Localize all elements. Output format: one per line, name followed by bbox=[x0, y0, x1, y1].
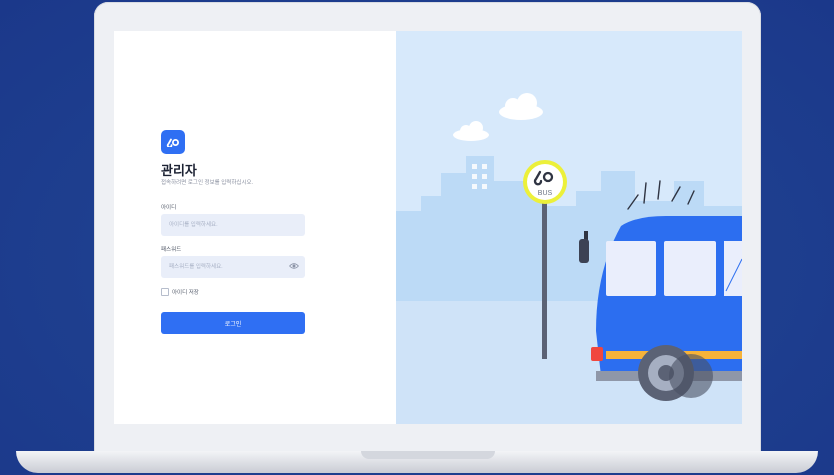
app-logo-icon bbox=[161, 130, 185, 154]
password-input[interactable] bbox=[161, 256, 305, 278]
illustration-canvas: BUS bbox=[396, 93, 742, 424]
page-subtitle: 접속하려면 로그인 정보를 입력하십시오. bbox=[161, 180, 254, 186]
laptop-screen: 관리자 접속하려면 로그인 정보를 입력하십시오. 아이디 패스워드 아이디 저… bbox=[114, 31, 742, 424]
laptop-notch bbox=[361, 451, 495, 459]
bus-stop-sign-text: BUS bbox=[538, 190, 553, 197]
bus-stop-pole bbox=[542, 201, 547, 359]
cloud-small-icon bbox=[453, 121, 489, 141]
login-button[interactable]: 로그인 bbox=[161, 312, 305, 334]
bus-stop-illustration: BUS bbox=[396, 31, 742, 424]
remember-id-row[interactable]: 아이디 저장 bbox=[161, 288, 199, 296]
id-label: 아이디 bbox=[161, 205, 177, 211]
cloud-icon bbox=[499, 93, 543, 120]
id-input[interactable] bbox=[161, 214, 305, 236]
remember-id-checkbox[interactable] bbox=[161, 288, 169, 296]
infinity-link-icon bbox=[166, 138, 179, 147]
page-title: 관리자 bbox=[161, 163, 197, 178]
password-label: 패스워드 bbox=[161, 247, 182, 253]
remember-id-label: 아이디 저장 bbox=[172, 290, 199, 296]
bus-stop-sign-icon: BUS bbox=[523, 160, 567, 204]
login-panel: 관리자 접속하려면 로그인 정보를 입력하십시오. 아이디 패스워드 아이디 저… bbox=[114, 31, 396, 424]
eye-icon[interactable] bbox=[289, 262, 299, 270]
